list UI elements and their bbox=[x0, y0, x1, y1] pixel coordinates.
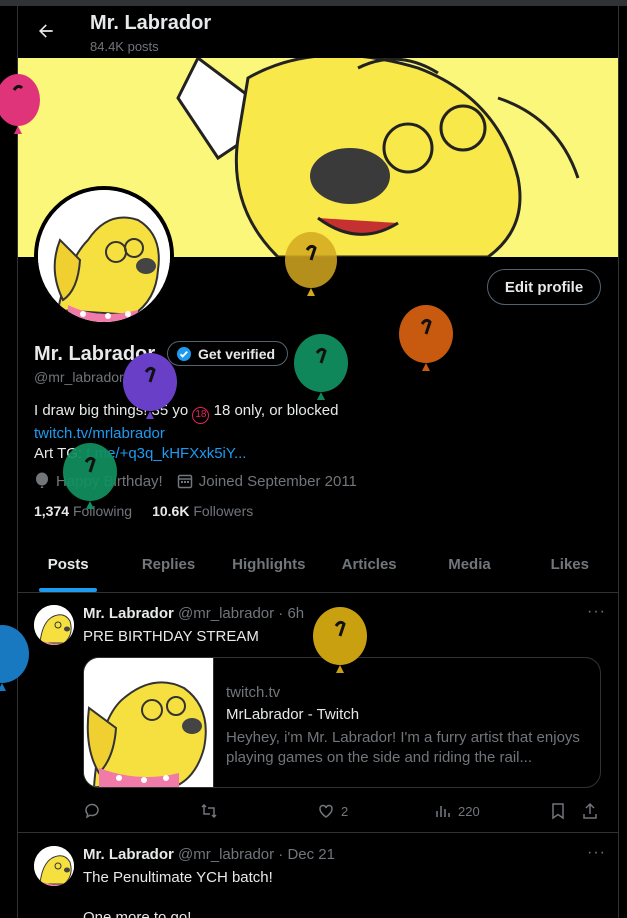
tweet[interactable]: Mr. Labrador @mr_labrador · Dec 21 ··· T… bbox=[18, 833, 618, 918]
tweet-text: PRE BIRTHDAY STREAM bbox=[83, 628, 259, 645]
balloon-icon bbox=[36, 472, 48, 488]
like-button[interactable]: 2 bbox=[317, 802, 348, 820]
joined-date: Joined September 2011 bbox=[198, 472, 357, 490]
followers-link[interactable]: 10.6K Followers bbox=[152, 503, 253, 519]
profile-avatar[interactable] bbox=[34, 186, 174, 326]
balloon-decoration bbox=[313, 607, 367, 673]
tweet-author: Mr. Labrador @mr_labrador · 6h bbox=[83, 605, 304, 622]
active-tab-indicator bbox=[39, 588, 98, 592]
profile-handle: @mr_labrador bbox=[34, 369, 124, 385]
tab-media[interactable]: Media bbox=[419, 541, 519, 592]
views-icon bbox=[436, 806, 450, 817]
reply-icon bbox=[85, 803, 99, 819]
verified-badge-icon bbox=[177, 346, 191, 361]
tweet-avatar[interactable] bbox=[34, 605, 74, 645]
repost-button[interactable] bbox=[200, 802, 218, 820]
header-name: Mr. Labrador bbox=[90, 12, 212, 34]
more-icon[interactable]: ··· bbox=[587, 844, 606, 862]
balloon-decoration bbox=[399, 305, 453, 371]
tab-posts[interactable]: Posts bbox=[18, 541, 118, 592]
share-icon bbox=[583, 802, 597, 819]
balloon-decoration bbox=[0, 74, 40, 134]
tab-articles-label: Articles bbox=[341, 556, 397, 573]
like-icon bbox=[319, 804, 333, 818]
balloon-decoration bbox=[63, 443, 117, 509]
balloon-decoration bbox=[0, 625, 29, 691]
tweet-actions: 2 220 bbox=[83, 802, 603, 822]
tweet-author-name[interactable]: Mr. Labrador bbox=[83, 605, 174, 622]
tab-replies[interactable]: Replies bbox=[118, 541, 218, 592]
get-verified-button[interactable]: Get verified bbox=[167, 341, 289, 366]
link-card[interactable]: twitch.tv MrLabrador - Twitch Heyhey, i'… bbox=[83, 657, 601, 788]
tab-highlights-label: Highlights bbox=[232, 556, 306, 573]
calendar-icon bbox=[177, 474, 192, 489]
tweet-avatar[interactable] bbox=[34, 846, 74, 886]
link-card-title: MrLabrador - Twitch bbox=[226, 706, 360, 723]
link-card-image bbox=[84, 658, 214, 787]
link-card-domain: twitch.tv bbox=[226, 684, 281, 701]
tab-likes[interactable]: Likes bbox=[520, 541, 618, 592]
like-count: 2 bbox=[341, 803, 349, 819]
tab-likes-label: Likes bbox=[550, 556, 589, 573]
tab-highlights[interactable]: Highlights bbox=[219, 541, 319, 592]
bio-twitch-link[interactable]: twitch.tv/mrlabrador bbox=[34, 425, 165, 442]
tab-replies-label: Replies bbox=[141, 556, 196, 573]
followers-count: 10.6K bbox=[152, 503, 190, 519]
followers-label: Followers bbox=[193, 503, 254, 519]
no-under-18-icon: 18 bbox=[192, 407, 210, 424]
share-button[interactable] bbox=[581, 802, 599, 820]
view-count: 220 bbox=[458, 803, 480, 819]
views-button[interactable]: 220 bbox=[434, 802, 480, 820]
bio-line1-end: 18 only, or blocked bbox=[213, 402, 339, 419]
tweet-handle-time: @mr_labrador · Dec 21 bbox=[178, 846, 335, 863]
tweet-author: Mr. Labrador @mr_labrador · Dec 21 bbox=[83, 846, 335, 863]
balloon-decoration bbox=[285, 232, 337, 296]
link-card-description: Heyhey, i'm Mr. Labrador! I'm a furry ar… bbox=[226, 729, 580, 766]
header-post-count: 84.4K posts bbox=[90, 39, 159, 54]
tweet-author-name[interactable]: Mr. Labrador bbox=[83, 846, 174, 863]
bookmark-button[interactable] bbox=[549, 802, 567, 820]
get-verified-label: Get verified bbox=[198, 345, 276, 362]
repost-icon bbox=[201, 803, 217, 819]
tweet-handle-time: @mr_labrador · 6h bbox=[178, 605, 305, 622]
profile-tabs: Posts Replies Highlights Articles Media … bbox=[18, 541, 618, 593]
tab-media-label: Media bbox=[448, 556, 491, 573]
tweet-text: The Penultimate YCH batch! bbox=[83, 869, 273, 886]
edit-profile-button[interactable]: Edit profile bbox=[487, 269, 601, 305]
tab-posts-label: Posts bbox=[47, 556, 89, 573]
tweet-text-line2: One more to go! bbox=[83, 909, 192, 918]
reply-button[interactable] bbox=[83, 802, 101, 820]
bookmark-icon bbox=[552, 803, 564, 820]
back-arrow-icon[interactable] bbox=[36, 21, 56, 41]
tab-articles[interactable]: Articles bbox=[319, 541, 419, 592]
balloon-decoration bbox=[294, 334, 348, 400]
more-icon[interactable]: ··· bbox=[587, 603, 606, 621]
profile-header: Mr. Labrador 84.4K posts bbox=[18, 6, 618, 58]
balloon-decoration bbox=[123, 353, 177, 419]
